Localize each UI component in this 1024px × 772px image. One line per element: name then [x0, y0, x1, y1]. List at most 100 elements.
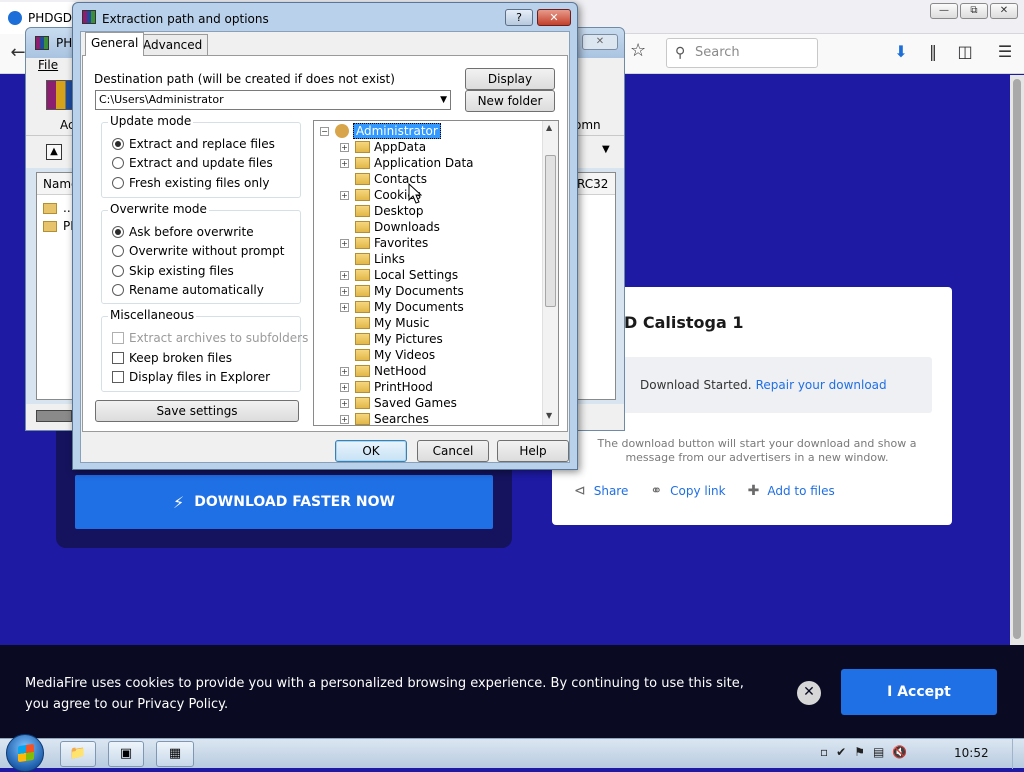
page-scrollbar[interactable]	[1010, 75, 1024, 645]
radio-extract-replace[interactable]: Extract and replace files	[112, 137, 275, 151]
download-arrow-icon[interactable]: ⬇	[890, 42, 912, 61]
display-button[interactable]: Display	[465, 68, 555, 90]
tree-item[interactable]: Links	[340, 251, 405, 267]
scroll-up-icon[interactable]: ▲	[546, 123, 552, 132]
miscellaneous-group: Miscellaneous Extract archives to subfol…	[101, 308, 308, 392]
radio-rename-automatically[interactable]: Rename automatically	[112, 283, 264, 297]
tree-item[interactable]: My Pictures	[340, 331, 443, 347]
list-item[interactable]: ..	[43, 201, 71, 215]
ok-button[interactable]: OK	[335, 440, 407, 462]
close-button[interactable]: ✕	[990, 3, 1018, 19]
tree-item[interactable]: My Music	[340, 315, 429, 331]
radio-fresh-existing[interactable]: Fresh existing files only	[112, 176, 269, 190]
expand-icon[interactable]: +	[340, 414, 349, 424]
expand-icon[interactable]: +	[340, 382, 349, 392]
tree-item[interactable]: + My Documents	[340, 283, 464, 299]
expand-icon[interactable]: +	[340, 238, 349, 248]
security-icon[interactable]: ✔	[836, 745, 846, 759]
restore-button[interactable]: ⧉	[960, 3, 988, 19]
tree-item[interactable]: + PrintHood	[340, 379, 433, 395]
tree-item[interactable]: Desktop	[340, 203, 424, 219]
library-icon[interactable]: ‖	[922, 42, 944, 61]
tab-general[interactable]: General	[85, 32, 145, 56]
expand-icon[interactable]: +	[340, 158, 349, 168]
network-icon[interactable]: ▤	[873, 745, 884, 759]
clock[interactable]: 10:52	[954, 746, 989, 760]
checkbox-keep-broken[interactable]: Keep broken files	[112, 351, 232, 365]
radio-extract-update[interactable]: Extract and update files	[112, 156, 273, 170]
accept-cookies-button[interactable]: I Accept	[841, 669, 997, 715]
tree-item[interactable]: + Favorites	[340, 235, 428, 251]
folder-tree[interactable]: − Administrator + AppData + Application Dat…	[313, 120, 559, 426]
tree-item[interactable]: + Saved Games	[340, 395, 457, 411]
tree-item[interactable]: + Searches	[340, 411, 429, 425]
cookie-close-button[interactable]: ✕	[797, 681, 821, 705]
repair-download-link[interactable]: Repair your download	[756, 378, 887, 392]
bookmark-star-icon[interactable]: ☆	[630, 40, 646, 61]
address-dropdown-icon[interactable]: ▼	[602, 144, 610, 155]
tree-item[interactable]: + AppData	[340, 139, 426, 155]
taskbar-explorer-button[interactable]: 📁	[60, 741, 96, 767]
checkbox-display-in-explorer[interactable]: Display files in Explorer	[112, 370, 270, 384]
dialog-titlebar[interactable]: Extraction path and options ? ✕	[73, 3, 577, 29]
tab-advanced[interactable]: Advanced	[137, 34, 209, 55]
card-actions: ⊲ Share ⚭ Copy link ✚ Add to files	[574, 483, 835, 499]
tree-item[interactable]: + Local Settings	[340, 267, 458, 283]
tree-item[interactable]: Downloads	[340, 219, 440, 235]
expand-icon[interactable]: +	[340, 398, 349, 408]
tree-root[interactable]: − Administrator	[320, 123, 441, 139]
download-faster-button[interactable]: ⚡ DOWNLOAD FASTER NOW	[75, 475, 493, 529]
winrar-close-button[interactable]: ✕	[582, 34, 618, 50]
dialog-close-button[interactable]: ✕	[537, 9, 571, 26]
start-button[interactable]	[6, 734, 44, 772]
add-to-files-button[interactable]: ✚ Add to files	[748, 483, 835, 499]
expand-icon[interactable]: +	[340, 142, 349, 152]
copy-link-button[interactable]: ⚭ Copy link	[650, 483, 725, 499]
save-settings-button[interactable]: Save settings	[95, 400, 299, 422]
help-button[interactable]: Help	[497, 440, 569, 462]
minimize-button[interactable]: —	[930, 3, 958, 19]
expand-icon[interactable]: +	[340, 366, 349, 376]
menu-file[interactable]: File	[38, 58, 58, 72]
volume-muted-icon[interactable]: 🔇	[892, 745, 907, 759]
notes-icon[interactable]: ▫	[820, 745, 828, 759]
flag-icon[interactable]: ⚑	[854, 745, 865, 759]
expand-icon[interactable]: +	[340, 302, 349, 312]
new-folder-button[interactable]: New folder	[465, 90, 555, 112]
checkbox-label: Keep broken files	[129, 351, 232, 365]
sidebar-icon[interactable]: ◫	[954, 42, 976, 61]
checkbox	[112, 332, 124, 344]
cancel-button[interactable]: Cancel	[417, 440, 489, 462]
show-desktop-button[interactable]	[1012, 739, 1024, 769]
column-crc[interactable]: RC32	[577, 173, 608, 195]
page-scrollbar-thumb[interactable]	[1013, 79, 1021, 639]
tree-item[interactable]: + My Documents	[340, 299, 464, 315]
destination-path-input[interactable]: C:\Users\Administrator ▼	[95, 90, 451, 110]
tree-scrollbar-thumb[interactable]	[545, 155, 556, 307]
radio-label: Rename automatically	[129, 283, 264, 297]
radio-overwrite-without-prompt[interactable]: Overwrite without prompt	[112, 244, 284, 258]
up-folder-icon[interactable]: ▲	[46, 144, 62, 160]
scroll-down-icon[interactable]: ▼	[546, 411, 552, 420]
chevron-down-icon[interactable]: ▼	[440, 91, 447, 109]
mouse-cursor-icon	[408, 183, 422, 204]
collapse-icon[interactable]: −	[320, 126, 329, 136]
menu-hamburger-icon[interactable]: ☰	[994, 42, 1016, 61]
tree-item[interactable]: + NetHood	[340, 363, 426, 379]
checkbox-label: Display files in Explorer	[129, 370, 271, 384]
expand-icon[interactable]: +	[340, 270, 349, 280]
radio-ask-before[interactable]: Ask before overwrite	[112, 225, 254, 239]
tree-scrollbar[interactable]: ▲ ▼	[542, 121, 558, 425]
tree-item[interactable]: My Videos	[340, 347, 435, 363]
expand-icon[interactable]: +	[340, 286, 349, 296]
dialog-help-button[interactable]: ?	[505, 9, 533, 26]
tree-item[interactable]: + Application Data	[340, 155, 474, 171]
expand-icon[interactable]: +	[340, 190, 349, 200]
taskbar-app-button[interactable]: ▣	[108, 741, 144, 767]
mediafire-icon	[8, 11, 22, 25]
radio-skip-existing[interactable]: Skip existing files	[112, 264, 234, 278]
search-input[interactable]: ⚲ Search	[666, 38, 818, 68]
share-button[interactable]: ⊲ Share	[574, 483, 628, 499]
browser-window-controls: — ⧉ ✕	[930, 3, 1018, 19]
taskbar-winrar-button[interactable]: ▦	[156, 741, 194, 767]
